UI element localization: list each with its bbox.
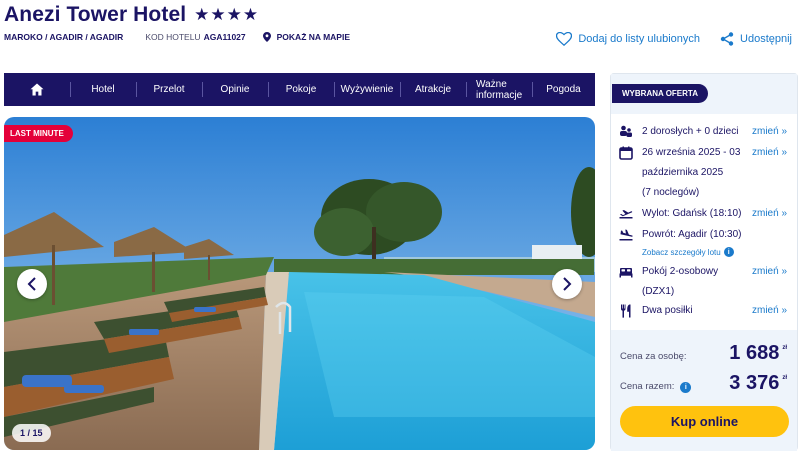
board-value: Dwa posiłki	[642, 305, 693, 316]
share-icon	[720, 32, 734, 46]
nav-item-label: Pokoje	[285, 84, 317, 95]
breadcrumb: MAROKO / AGADIR / AGADIR	[4, 32, 124, 42]
currency: zł	[782, 345, 787, 351]
nav-item-label: Przelot	[153, 84, 185, 95]
change-flight-link[interactable]: zmień »	[752, 208, 787, 219]
change-dates-link[interactable]: zmień »	[752, 147, 787, 158]
add-favorite-label: Dodaj do listy ulubionych	[578, 33, 701, 45]
price-per-person: Cena za osobę: 1 688 zł	[620, 342, 787, 365]
nav-item-pogoda[interactable]: Pogoda	[532, 73, 595, 106]
selected-offer-badge: WYBRANA OFERTA	[612, 84, 708, 103]
nav-item-label: Ważne	[476, 78, 507, 90]
offer-panel-header: WYBRANA OFERTA	[611, 74, 797, 114]
hotel-code: AGA11027	[203, 32, 246, 42]
nav-item-wyzywienie[interactable]: Wyżywienie	[334, 73, 400, 106]
nav-item-pokoje[interactable]: Pokoje	[268, 73, 334, 106]
hotel-code-label: KOD HOTELU	[145, 32, 201, 42]
heart-icon	[556, 32, 573, 46]
people-icon	[620, 125, 632, 137]
nav-item-label: Wyżywienie	[340, 84, 394, 95]
nav-item-label: Hotel	[91, 84, 115, 95]
nav-item-label: Atrakcje	[414, 84, 452, 95]
nights-value: (7 noclegów)	[642, 187, 700, 198]
currency: zł	[782, 375, 787, 381]
show-map-link[interactable]: POKAŻ NA MAPIE	[262, 32, 350, 42]
gallery-counter: 1 / 15	[12, 424, 51, 442]
show-map-label: POKAŻ NA MAPIE	[276, 32, 350, 42]
hotel-nav: Hotel Przelot Opinie Pokoje Wyżywienie A…	[4, 73, 595, 106]
map-pin-icon	[262, 32, 271, 42]
gallery-prev-button[interactable]	[17, 269, 47, 299]
hotel-meta: MAROKO / AGADIR / AGADIR KOD HOTELU AGA1…	[4, 32, 350, 42]
dates-line1: 26 września 2025 - 03	[642, 147, 741, 158]
price-per-person-value: 1 688	[729, 342, 780, 364]
hotel-title: Anezi Tower Hotel ★★★★	[4, 3, 259, 27]
photo-gallery[interactable]: LAST MINUTE 1 / 15	[4, 117, 595, 450]
return-value: Powrót: Agadir (10:30)	[642, 229, 742, 240]
departure-value: Wylot: Gdańsk (18:10)	[642, 208, 742, 219]
plane-departure-icon	[619, 210, 633, 219]
calendar-icon	[619, 146, 633, 160]
change-board-link[interactable]: zmień »	[752, 305, 787, 316]
chevron-right-icon	[563, 277, 572, 291]
buy-online-button[interactable]: Kup online	[620, 406, 789, 437]
gallery-next-button[interactable]	[552, 269, 582, 299]
flight-details-label: Zobacz szczegóły lotu	[642, 247, 721, 257]
nav-home[interactable]	[4, 73, 70, 106]
home-icon	[30, 83, 44, 96]
cutlery-icon	[621, 304, 631, 318]
flight-details-link[interactable]: Zobacz szczegóły lotu i	[642, 247, 734, 257]
nav-item-przelot[interactable]: Przelot	[136, 73, 202, 106]
plane-arrival-icon	[619, 229, 633, 241]
nav-item-opinie[interactable]: Opinie	[202, 73, 268, 106]
info-icon: i	[723, 247, 734, 257]
hotel-photo	[4, 117, 595, 450]
bed-icon	[619, 268, 633, 278]
price-box: Cena za osobę: 1 688 zł Cena razem: i 3 …	[611, 330, 797, 451]
last-minute-badge: LAST MINUTE	[4, 125, 73, 142]
add-favorite-button[interactable]: Dodaj do listy ulubionych	[556, 32, 700, 46]
nav-item-atrakcje[interactable]: Atrakcje	[400, 73, 466, 106]
price-total-label: Cena razem:	[620, 381, 675, 392]
share-button[interactable]: Udostępnij	[720, 32, 792, 46]
share-label: Udostępnij	[740, 33, 792, 45]
room-line1: Pokój 2-osobowy	[642, 266, 719, 277]
price-total-value: 3 376	[729, 372, 780, 394]
nav-item-label: Pogoda	[546, 84, 581, 95]
hotel-stars: ★★★★	[194, 5, 260, 24]
hotel-name: Anezi Tower Hotel	[4, 3, 187, 26]
nav-item-hotel[interactable]: Hotel	[70, 73, 136, 106]
offer-panel: WYBRANA OFERTA 2 dorosłych + 0 dzieci zm…	[610, 73, 798, 451]
change-room-link[interactable]: zmień »	[752, 266, 787, 277]
header-actions: Dodaj do listy ulubionych Udostępnij	[556, 32, 792, 46]
chevron-left-icon	[27, 277, 36, 291]
price-per-person-label: Cena za osobę:	[620, 351, 687, 362]
nav-item-wazne-informacje[interactable]: Ważne informacje	[466, 73, 532, 106]
info-icon[interactable]: i	[680, 382, 692, 393]
guests-value: 2 dorosłych + 0 dzieci	[642, 126, 739, 137]
room-line2: (DZX1)	[642, 286, 675, 297]
price-total: Cena razem: i 3 376 zł	[620, 372, 787, 395]
nav-item-label: informacje	[476, 89, 523, 101]
change-guests-link[interactable]: zmień »	[752, 126, 787, 137]
nav-item-label: Opinie	[220, 84, 250, 95]
dates-line2: października 2025	[642, 167, 724, 178]
